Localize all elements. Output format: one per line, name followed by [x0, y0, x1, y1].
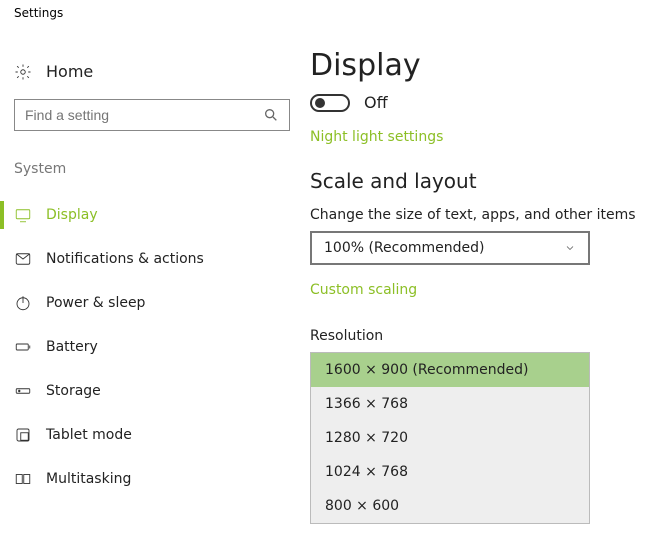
window-title: Settings: [0, 0, 652, 24]
battery-icon: [14, 338, 32, 356]
sidebar-item-label: Display: [46, 207, 98, 223]
resolution-option[interactable]: 1280 × 720: [311, 421, 589, 455]
scale-select[interactable]: 100% (Recommended): [310, 231, 590, 265]
sidebar-item-label: Tablet mode: [46, 427, 132, 443]
custom-scaling-link[interactable]: Custom scaling: [310, 282, 417, 298]
search-icon: [263, 107, 279, 123]
sidebar-item-display[interactable]: Display: [14, 193, 310, 237]
multitasking-icon: [14, 470, 32, 488]
scale-heading: Scale and layout: [310, 169, 642, 193]
monitor-icon: [14, 206, 32, 224]
page-heading: Display: [310, 48, 642, 83]
section-label: System: [14, 161, 310, 177]
sidebar: Home System Display Notifications & acti…: [0, 24, 310, 524]
home-button[interactable]: Home: [14, 58, 310, 99]
resolution-label: Resolution: [310, 328, 642, 344]
power-icon: [14, 294, 32, 312]
sidebar-item-label: Power & sleep: [46, 295, 145, 311]
sidebar-item-multitasking[interactable]: Multitasking: [14, 457, 310, 501]
resolution-dropdown[interactable]: 1600 × 900 (Recommended) 1366 × 768 1280…: [310, 352, 590, 524]
home-label: Home: [46, 62, 93, 81]
sidebar-item-power[interactable]: Power & sleep: [14, 281, 310, 325]
scale-select-value: 100% (Recommended): [324, 240, 485, 256]
scale-label: Change the size of text, apps, and other…: [310, 207, 642, 223]
search-input[interactable]: [14, 99, 290, 131]
sidebar-item-label: Storage: [46, 383, 101, 399]
main-panel: Display Off Night light settings Scale a…: [310, 24, 652, 524]
search-field[interactable]: [25, 107, 263, 123]
resolution-option[interactable]: 1366 × 768: [311, 387, 589, 421]
sidebar-item-label: Notifications & actions: [46, 251, 204, 267]
night-light-toggle[interactable]: [310, 94, 350, 112]
storage-icon: [14, 382, 32, 400]
toggle-state-label: Off: [364, 93, 388, 112]
sidebar-item-battery[interactable]: Battery: [14, 325, 310, 369]
tablet-icon: [14, 426, 32, 444]
resolution-option[interactable]: 1024 × 768: [311, 455, 589, 489]
sidebar-item-label: Multitasking: [46, 471, 131, 487]
resolution-option[interactable]: 1600 × 900 (Recommended): [311, 353, 589, 387]
night-light-settings-link[interactable]: Night light settings: [310, 129, 443, 145]
sidebar-item-tablet[interactable]: Tablet mode: [14, 413, 310, 457]
resolution-option[interactable]: 800 × 600: [311, 489, 589, 523]
sidebar-item-storage[interactable]: Storage: [14, 369, 310, 413]
sidebar-item-label: Battery: [46, 339, 98, 355]
notifications-icon: [14, 250, 32, 268]
chevron-down-icon: [564, 242, 576, 254]
sidebar-item-notifications[interactable]: Notifications & actions: [14, 237, 310, 281]
gear-icon: [14, 63, 32, 81]
